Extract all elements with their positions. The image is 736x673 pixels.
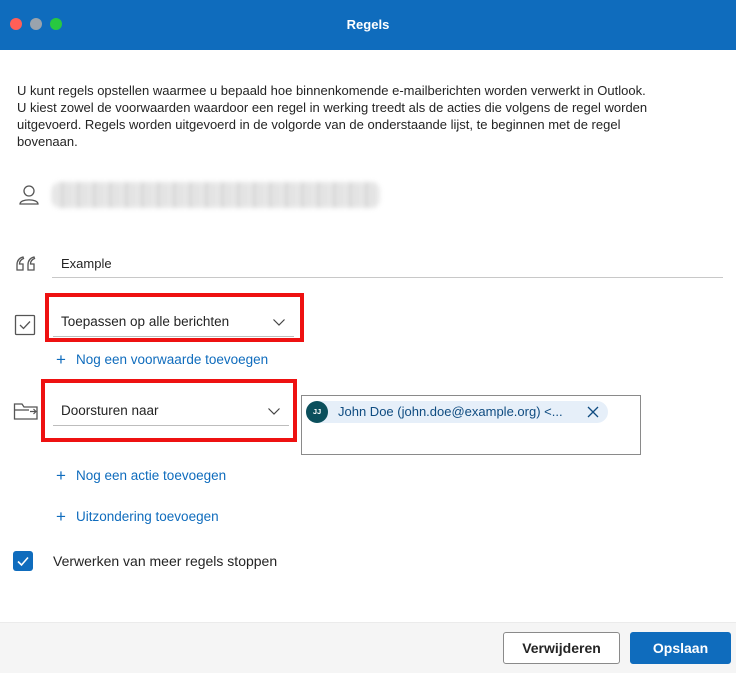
recipient-chip[interactable]: JJ John Doe (john.doe@example.org) <... bbox=[306, 401, 608, 423]
add-condition-link[interactable]: + Nog een voorwaarde toevoegen bbox=[56, 350, 268, 370]
folder-forward-icon bbox=[13, 403, 38, 420]
remove-recipient-icon[interactable] bbox=[586, 405, 600, 419]
person-icon bbox=[19, 185, 39, 205]
add-exception-label: Uitzondering toevoegen bbox=[76, 509, 219, 524]
rule-name-value: Example bbox=[61, 256, 112, 271]
checkbox-list-icon bbox=[14, 314, 36, 336]
window-title: Regels bbox=[346, 17, 390, 32]
highlight-box-action bbox=[41, 379, 297, 442]
intro-text: U kunt regels opstellen waarmee u bepaal… bbox=[17, 83, 648, 149]
account-redacted bbox=[52, 182, 380, 208]
add-exception-link[interactable]: + Uitzondering toevoegen bbox=[56, 507, 219, 527]
add-action-label: Nog een actie toevoegen bbox=[76, 468, 227, 483]
checkmark-icon bbox=[17, 556, 29, 567]
avatar: JJ bbox=[306, 401, 328, 423]
delete-button[interactable]: Verwijderen bbox=[503, 632, 620, 664]
title-bar: Regels bbox=[0, 0, 736, 50]
rule-name-input[interactable]: Example bbox=[52, 250, 723, 278]
save-button[interactable]: Opslaan bbox=[630, 632, 731, 664]
plus-icon: + bbox=[56, 350, 66, 369]
plus-icon: + bbox=[56, 466, 66, 485]
recipient-label: John Doe (john.doe@example.org) <... bbox=[338, 404, 563, 419]
highlight-box-condition bbox=[45, 293, 304, 342]
quote-icon bbox=[16, 256, 36, 271]
add-condition-label: Nog een voorwaarde toevoegen bbox=[76, 352, 269, 367]
stop-processing-label: Verwerken van meer regels stoppen bbox=[53, 553, 278, 569]
add-action-link[interactable]: + Nog een actie toevoegen bbox=[56, 466, 226, 486]
recipient-input[interactable]: JJ John Doe (john.doe@example.org) <... bbox=[301, 395, 641, 455]
dialog-footer bbox=[0, 622, 736, 673]
stop-processing-checkbox[interactable] bbox=[13, 551, 33, 571]
plus-icon: + bbox=[56, 507, 66, 526]
